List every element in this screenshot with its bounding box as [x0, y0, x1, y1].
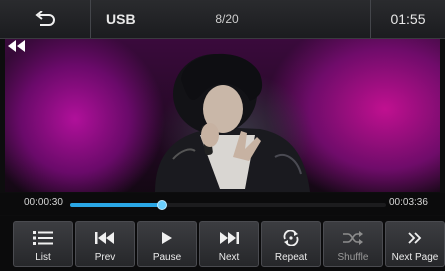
prev-button[interactable]: Prev: [75, 221, 135, 267]
shuffle-icon: [343, 226, 363, 250]
back-button[interactable]: [0, 0, 90, 38]
prev-label: Prev: [94, 252, 116, 263]
seek-bar-thumb[interactable]: [156, 200, 167, 210]
progress-row: 00:00:30 00:03:36: [0, 193, 445, 215]
video-frame-image: [155, 53, 310, 192]
seek-bar-fill: [70, 203, 162, 207]
seek-bar[interactable]: [70, 200, 386, 210]
next-label: Next: [218, 252, 240, 263]
control-bar: List Prev Pause Next Repeat Shuffle Next…: [0, 216, 445, 271]
chevrons-right-icon: [408, 226, 422, 250]
repeat-label: Repeat: [274, 252, 308, 263]
next-page-button[interactable]: Next Page: [385, 221, 445, 267]
shuffle-label: Shuffle: [337, 252, 369, 263]
pause-button[interactable]: Pause: [137, 221, 197, 267]
next-page-label: Next Page: [391, 252, 439, 263]
shuffle-button[interactable]: Shuffle: [323, 221, 383, 267]
source-label: USB: [106, 11, 136, 27]
list-icon: [33, 226, 53, 250]
track-counter: 8/20: [215, 12, 239, 26]
list-button[interactable]: List: [13, 221, 73, 267]
next-button[interactable]: Next: [199, 221, 259, 267]
top-bar: USB 8/20 01:55: [0, 0, 445, 39]
back-arrow-icon: [35, 11, 55, 26]
rewind-icon[interactable]: [5, 39, 27, 53]
clock: 01:55: [390, 11, 426, 27]
pause-icon: [161, 226, 173, 250]
repeat-button[interactable]: Repeat: [261, 221, 321, 267]
repeat-icon: [282, 226, 300, 250]
pause-label: Pause: [152, 252, 182, 263]
video-display[interactable]: [5, 39, 440, 192]
total-time: 00:03:36: [389, 197, 428, 208]
next-icon: [219, 226, 239, 250]
media-player-screen: USB 8/20 01:55 00:00:30 00:03:36 List Pr…: [0, 0, 445, 271]
list-label: List: [35, 252, 51, 263]
elapsed-time: 00:00:30: [24, 197, 63, 208]
previous-icon: [95, 226, 115, 250]
